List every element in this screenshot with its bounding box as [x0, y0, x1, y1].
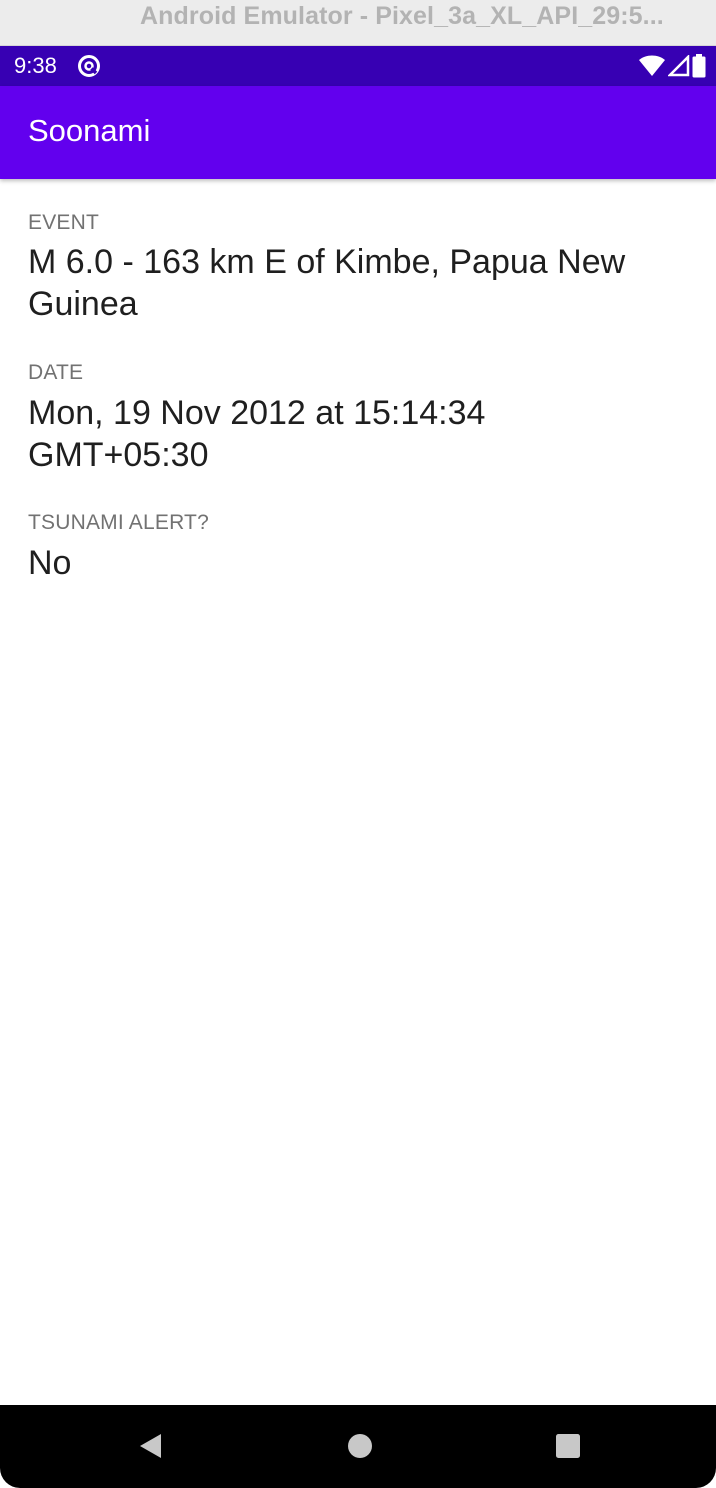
window-title: Android Emulator - Pixel_3a_XL_API_29:5.…: [140, 2, 664, 30]
date-label: DATE: [28, 361, 84, 384]
battery-icon: [692, 54, 706, 78]
event-value: M 6.0 - 163 km E of Kimbe, Papua New Gui…: [28, 243, 626, 323]
data-saver-icon: [78, 55, 100, 77]
app-bar: Soonami: [0, 86, 716, 179]
cell-signal-icon: [668, 55, 690, 77]
emulator-screen: Android Emulator - Pixel_3a_XL_API_29:5.…: [0, 0, 716, 1488]
navigation-bar: [0, 1405, 716, 1488]
emulator-window-titlebar[interactable]: Android Emulator - Pixel_3a_XL_API_29:5.…: [0, 0, 716, 46]
back-icon[interactable]: [136, 1431, 166, 1461]
event-label: EVENT: [28, 211, 100, 234]
wifi-icon: [639, 55, 665, 76]
home-icon[interactable]: [345, 1431, 375, 1461]
status-bar: 9:38: [0, 46, 716, 86]
recents-icon[interactable]: [553, 1431, 583, 1461]
status-icons: [638, 54, 706, 78]
date-value: Mon, 19 Nov 2012 at 15:14:34 GMT+05:30: [28, 394, 486, 474]
tsunami-alert-label: TSUNAMI ALERT?: [28, 511, 209, 534]
tsunami-alert-value: No: [28, 544, 72, 582]
app-title: Soonami: [28, 113, 151, 148]
status-time: 9:38: [14, 53, 57, 78]
